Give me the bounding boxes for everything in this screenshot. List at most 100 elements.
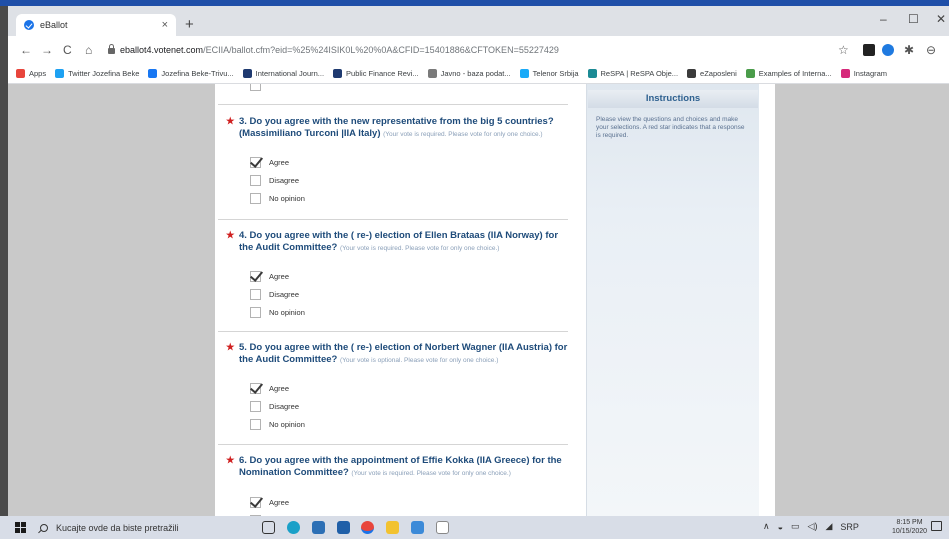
bookmark-favicon-icon xyxy=(840,69,850,78)
bookmark-item[interactable]: Instagram xyxy=(840,69,887,78)
answer-option[interactable]: Disagree xyxy=(250,289,299,300)
tab-strip: eBallot × + – ☐ ✕ xyxy=(8,6,949,36)
bookmark-item[interactable]: Telenor Srbija xyxy=(519,69,579,78)
chrome-icon[interactable] xyxy=(361,521,374,534)
close-window-button[interactable]: ✕ xyxy=(936,12,946,26)
bookmark-label: Twitter Jozefina Beke xyxy=(68,69,140,78)
clock-time: 8:15 PM xyxy=(896,519,923,526)
answer-option[interactable]: Disagree xyxy=(250,175,299,186)
bookmark-label: Public Finance Revi... xyxy=(346,69,419,78)
required-star-icon: ★ xyxy=(226,342,235,353)
back-arrow-icon[interactable]: ← xyxy=(20,43,32,57)
answer-checkbox[interactable] xyxy=(250,289,261,300)
answer-checkbox[interactable] xyxy=(250,401,261,412)
acrobat-extension-icon[interactable] xyxy=(863,44,875,56)
store-icon[interactable] xyxy=(312,521,325,534)
bookmarks-bar: Apps Twitter Jozefina Beke Jozefina Beke-T… xyxy=(8,64,949,84)
answer-checkbox[interactable] xyxy=(250,193,261,204)
document-app-icon[interactable] xyxy=(436,521,449,534)
bookmark-label: Javno - baza podat... xyxy=(440,69,511,78)
question-title: ★ 3. Do you agree with the new representa… xyxy=(226,116,571,140)
answer-label: Agree xyxy=(269,498,290,507)
lock-icon xyxy=(108,44,115,54)
input-language[interactable]: SRP xyxy=(840,522,859,532)
tab-close-icon[interactable]: × xyxy=(162,19,168,31)
url-path: /ECIIA/ballot.cfm?eid=%25%24ISIK0L%20%0A… xyxy=(203,45,559,55)
edge-icon[interactable] xyxy=(287,521,300,534)
answer-checkbox[interactable] xyxy=(250,175,261,186)
battery-icon[interactable]: ▭ xyxy=(791,521,800,532)
checkbox[interactable] xyxy=(250,84,261,91)
instructions-panel xyxy=(586,84,759,516)
answer-option[interactable]: Agree xyxy=(250,497,289,508)
required-star-icon: ★ xyxy=(226,230,235,241)
file-explorer-icon[interactable] xyxy=(386,521,399,534)
answer-option[interactable]: No opinion xyxy=(250,419,305,430)
network-icon[interactable]: ◒ xyxy=(778,522,783,532)
windows-start-icon[interactable] xyxy=(15,522,26,533)
bookmark-favicon-icon xyxy=(16,69,25,78)
mail-icon[interactable] xyxy=(337,521,350,534)
answer-checkbox[interactable] xyxy=(250,157,261,168)
answer-checkbox[interactable] xyxy=(250,271,261,282)
bookmark-item[interactable]: Examples of Interna... xyxy=(745,69,832,78)
app-icon[interactable] xyxy=(411,521,424,534)
chevron-up-icon[interactable]: ∧ xyxy=(763,521,770,532)
bookmark-item[interactable]: Public Finance Revi... xyxy=(333,69,419,78)
answer-checkbox[interactable] xyxy=(250,497,261,508)
reload-icon[interactable]: C xyxy=(63,43,72,57)
bookmark-favicon-icon xyxy=(745,69,755,78)
answer-option[interactable]: Disagree xyxy=(250,401,299,412)
answer-checkbox[interactable] xyxy=(250,419,261,430)
bookmark-star-icon[interactable]: ☆ xyxy=(838,43,849,57)
wifi-icon[interactable]: ◢ xyxy=(825,521,832,532)
system-tray: ∧ ◒ ▭ ◁) ◢ SRP xyxy=(763,521,859,532)
answer-option[interactable]: No opinion xyxy=(250,193,305,204)
answer-label: Disagree xyxy=(269,176,300,185)
answer-label: Disagree xyxy=(269,402,300,411)
extensions-puzzle-icon[interactable]: ✱ xyxy=(904,43,914,57)
question-block: ★ 5. Do you agree with the ( re-) electio… xyxy=(226,342,571,366)
answer-option[interactable]: No opinion xyxy=(250,307,305,318)
answer-option[interactable]: Agree xyxy=(250,271,289,282)
home-icon[interactable]: ⌂ xyxy=(85,43,92,57)
bookmark-label: eZaposleni xyxy=(700,69,737,78)
answer-option[interactable]: Agree xyxy=(250,383,289,394)
answer-checkbox[interactable] xyxy=(250,307,261,318)
answer-label: No opinion xyxy=(269,194,305,203)
address-bar[interactable]: eballot4.votenet.com/ECIIA/ballot.cfm?ei… xyxy=(108,40,838,60)
minimize-button[interactable]: – xyxy=(880,12,887,26)
tab-eballot[interactable]: eBallot × xyxy=(16,14,176,36)
question-hint: (Your vote is required. Please vote for … xyxy=(383,130,543,138)
question-title: ★ 5. Do you agree with the ( re-) electio… xyxy=(226,342,571,366)
previous-option[interactable] xyxy=(250,84,269,91)
extension-icon[interactable] xyxy=(882,44,894,56)
new-tab-button[interactable]: + xyxy=(185,16,194,33)
taskbar-search[interactable]: Kucajte ovde da biste pretražili xyxy=(40,516,240,539)
bookmark-label: Examples of Interna... xyxy=(758,69,832,78)
clock[interactable]: 8:15 PM 10/15/2020 xyxy=(892,518,927,536)
bookmark-item[interactable]: International Journ... xyxy=(242,69,324,78)
answer-option[interactable]: Agree xyxy=(250,157,289,168)
bookmark-item[interactable]: Javno - baza podat... xyxy=(427,69,511,78)
answer-checkbox[interactable] xyxy=(250,383,261,394)
bookmark-item[interactable]: Twitter Jozefina Beke xyxy=(55,69,139,78)
bookmark-item[interactable]: ReSPA | ReSPA Obje... xyxy=(587,69,679,78)
notifications-icon[interactable] xyxy=(931,521,942,531)
bookmark-item[interactable]: Apps xyxy=(16,69,46,78)
bookmark-item[interactable]: eZaposleni xyxy=(687,69,737,78)
volume-icon[interactable]: ◁) xyxy=(808,521,818,532)
tab-title: eBallot xyxy=(40,20,68,30)
profile-icon[interactable]: ⊖ xyxy=(926,43,936,57)
task-view-icon[interactable] xyxy=(262,521,275,534)
question-divider xyxy=(218,444,568,445)
maximize-button[interactable]: ☐ xyxy=(908,12,919,26)
bookmark-item[interactable]: Jozefina Beke-Trivu... xyxy=(148,69,234,78)
bookmark-favicon-icon xyxy=(242,69,252,78)
bookmark-favicon-icon xyxy=(148,69,158,78)
eballot-favicon-icon xyxy=(24,20,34,30)
forward-arrow-icon[interactable]: → xyxy=(41,43,53,57)
bookmark-label: ReSPA | ReSPA Obje... xyxy=(600,69,679,78)
instructions-text: Please view the questions and choices an… xyxy=(596,116,745,139)
url-host: eballot4.votenet.com xyxy=(120,45,204,55)
